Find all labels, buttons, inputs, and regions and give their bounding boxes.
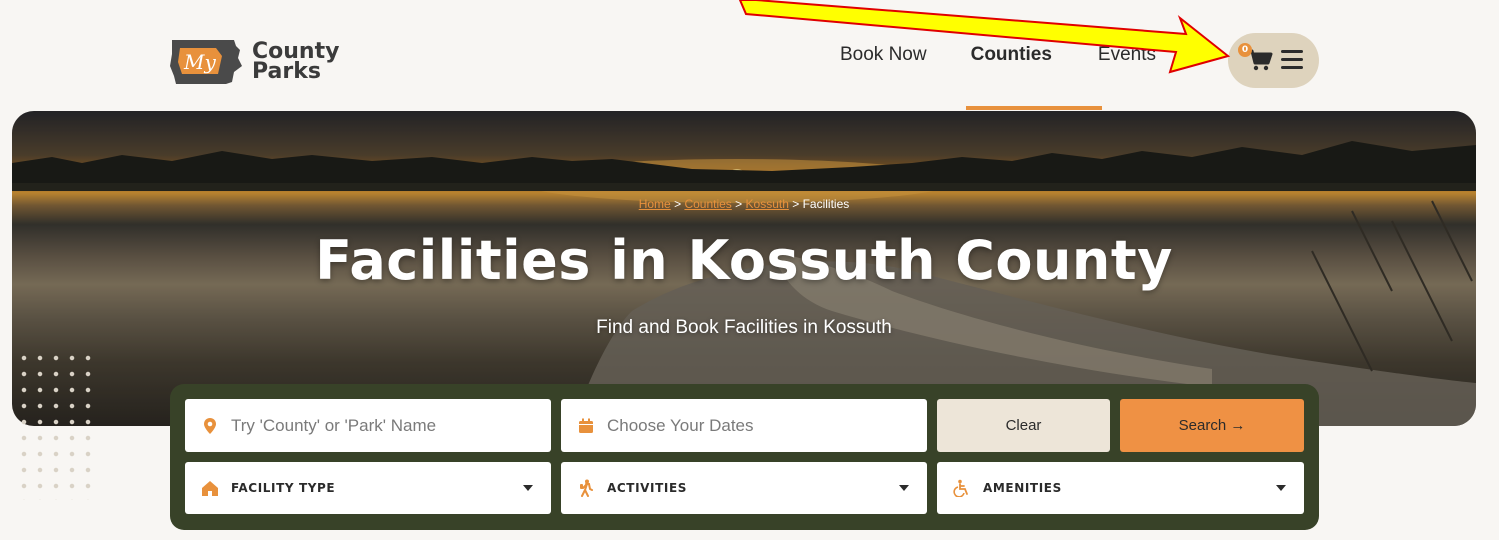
logo-line-2: Parks <box>252 59 321 84</box>
search-button[interactable]: Search → <box>1120 399 1304 452</box>
page-title: Facilities in Kossuth County <box>315 229 1173 292</box>
amenities-label: AMENITIES <box>983 481 1062 495</box>
chevron-down-icon <box>523 485 533 491</box>
wheelchair-icon <box>953 479 968 497</box>
facility-type-label: FACILITY TYPE <box>231 481 336 495</box>
breadcrumb-home[interactable]: Home <box>639 197 671 211</box>
facility-type-dropdown[interactable]: FACILITY TYPE <box>185 462 551 514</box>
chevron-down-icon <box>1276 485 1286 491</box>
clear-button[interactable]: Clear <box>937 399 1110 452</box>
nav-active-indicator <box>966 106 1102 110</box>
cart-menu-pill[interactable]: 0 <box>1228 33 1319 88</box>
calendar-icon <box>579 418 593 433</box>
breadcrumb-kossuth[interactable]: Kossuth <box>746 197 789 211</box>
iowa-map-logo-icon: My <box>170 40 242 84</box>
site-logo[interactable]: My County Parks <box>168 36 339 88</box>
hiker-icon <box>580 479 593 497</box>
decorative-dot-grid <box>16 350 96 500</box>
house-icon <box>202 481 218 496</box>
activities-label: ACTIVITIES <box>607 481 687 495</box>
search-panel: Try 'County' or 'Park' Name Choose Your … <box>170 384 1319 530</box>
breadcrumb-counties[interactable]: Counties <box>684 197 731 211</box>
page-subtitle: Find and Book Facilities in Kossuth <box>596 317 892 338</box>
hamburger-menu-icon[interactable] <box>1281 50 1303 70</box>
breadcrumb-current: Facilities <box>802 197 850 211</box>
cart-count-badge: 0 <box>1238 43 1252 57</box>
location-search-input[interactable]: Try 'County' or 'Park' Name <box>185 399 551 452</box>
chevron-down-icon <box>899 485 909 491</box>
location-placeholder: Try 'County' or 'Park' Name <box>231 415 437 435</box>
svg-text:My: My <box>183 50 216 74</box>
hero-banner: Home > Counties > Kossuth > Facilities F… <box>12 111 1476 426</box>
activities-dropdown[interactable]: ACTIVITIES <box>561 462 927 514</box>
breadcrumb: Home > Counties > Kossuth > Facilities <box>638 197 850 211</box>
dates-placeholder: Choose Your Dates <box>607 415 754 435</box>
annotation-arrow-icon <box>738 0 1231 74</box>
amenities-dropdown[interactable]: AMENITIES <box>937 462 1304 514</box>
date-picker-input[interactable]: Choose Your Dates <box>561 399 927 452</box>
logo-wordmark: County Parks <box>252 41 339 84</box>
map-pin-icon <box>204 417 216 434</box>
